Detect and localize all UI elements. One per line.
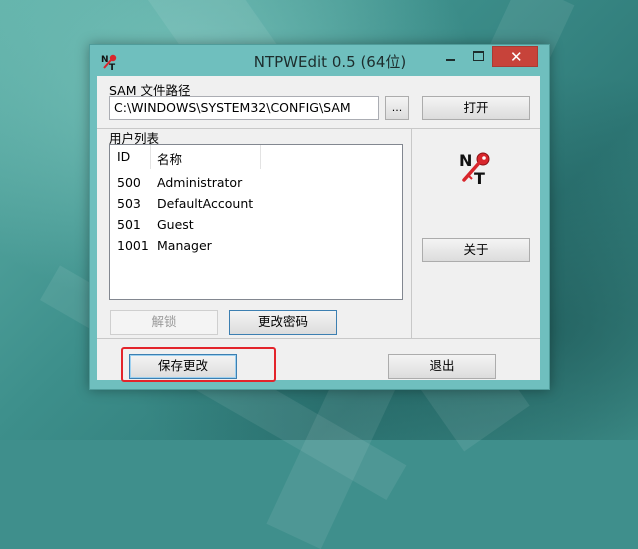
user-name: Manager (157, 238, 212, 253)
user-name: Administrator (157, 175, 243, 190)
exit-button[interactable]: 退出 (388, 354, 496, 379)
maximize-icon (473, 51, 484, 61)
maximize-button[interactable] (465, 46, 492, 67)
user-id: 501 (117, 217, 141, 232)
divider (411, 129, 412, 338)
close-button[interactable]: ✕ (492, 46, 538, 67)
column-header-id[interactable]: ID (117, 149, 130, 164)
svg-text:T: T (474, 169, 485, 186)
sam-path-field[interactable]: C:\WINDOWS\SYSTEM32\CONFIG\SAM (109, 96, 379, 120)
user-name: DefaultAccount (157, 196, 254, 211)
user-id: 1001 (117, 238, 149, 253)
user-name: Guest (157, 217, 194, 232)
change-password-button[interactable]: 更改密码 (229, 310, 337, 335)
ntpwedit-key-logo-icon: N T (459, 151, 490, 186)
column-separator[interactable] (150, 145, 151, 169)
column-header-name[interactable]: 名称 (157, 149, 182, 168)
client-area: SAM 文件路径 C:\WINDOWS\SYSTEM32\CONFIG\SAM … (97, 76, 540, 380)
title-bar[interactable]: N T NTPWEdit 0.5 (64位) ✕ (90, 45, 549, 76)
about-button[interactable]: 关于 (422, 238, 530, 262)
close-icon: ✕ (510, 48, 523, 66)
list-item[interactable]: 503 DefaultAccount (110, 194, 401, 214)
open-button[interactable]: 打开 (422, 96, 530, 120)
svg-text:T: T (109, 63, 116, 71)
svg-text:N: N (459, 151, 472, 170)
minimize-icon (446, 59, 455, 61)
unlock-button[interactable]: 解锁 (110, 310, 218, 335)
list-item[interactable]: 501 Guest (110, 215, 401, 235)
divider (97, 338, 540, 339)
app-icon: N T (101, 54, 117, 71)
minimize-button[interactable] (437, 46, 464, 67)
list-item[interactable]: 500 Administrator (110, 173, 401, 193)
user-list-header: ID 名称 (110, 145, 401, 169)
divider (97, 128, 540, 129)
window-title: NTPWEdit 0.5 (64位) (253, 53, 407, 71)
column-separator[interactable] (260, 145, 261, 169)
save-button-highlight-box (121, 347, 276, 382)
ntpwedit-window: N T NTPWEdit 0.5 (64位) ✕ SAM 文件路径 C:\WIN… (89, 44, 550, 390)
browse-button[interactable]: ... (385, 96, 409, 120)
list-item[interactable]: 1001 Manager (110, 236, 401, 256)
user-id: 503 (117, 196, 141, 211)
user-list[interactable]: ID 名称 500 Administrator 503 DefaultAccou… (109, 144, 403, 300)
user-id: 500 (117, 175, 141, 190)
